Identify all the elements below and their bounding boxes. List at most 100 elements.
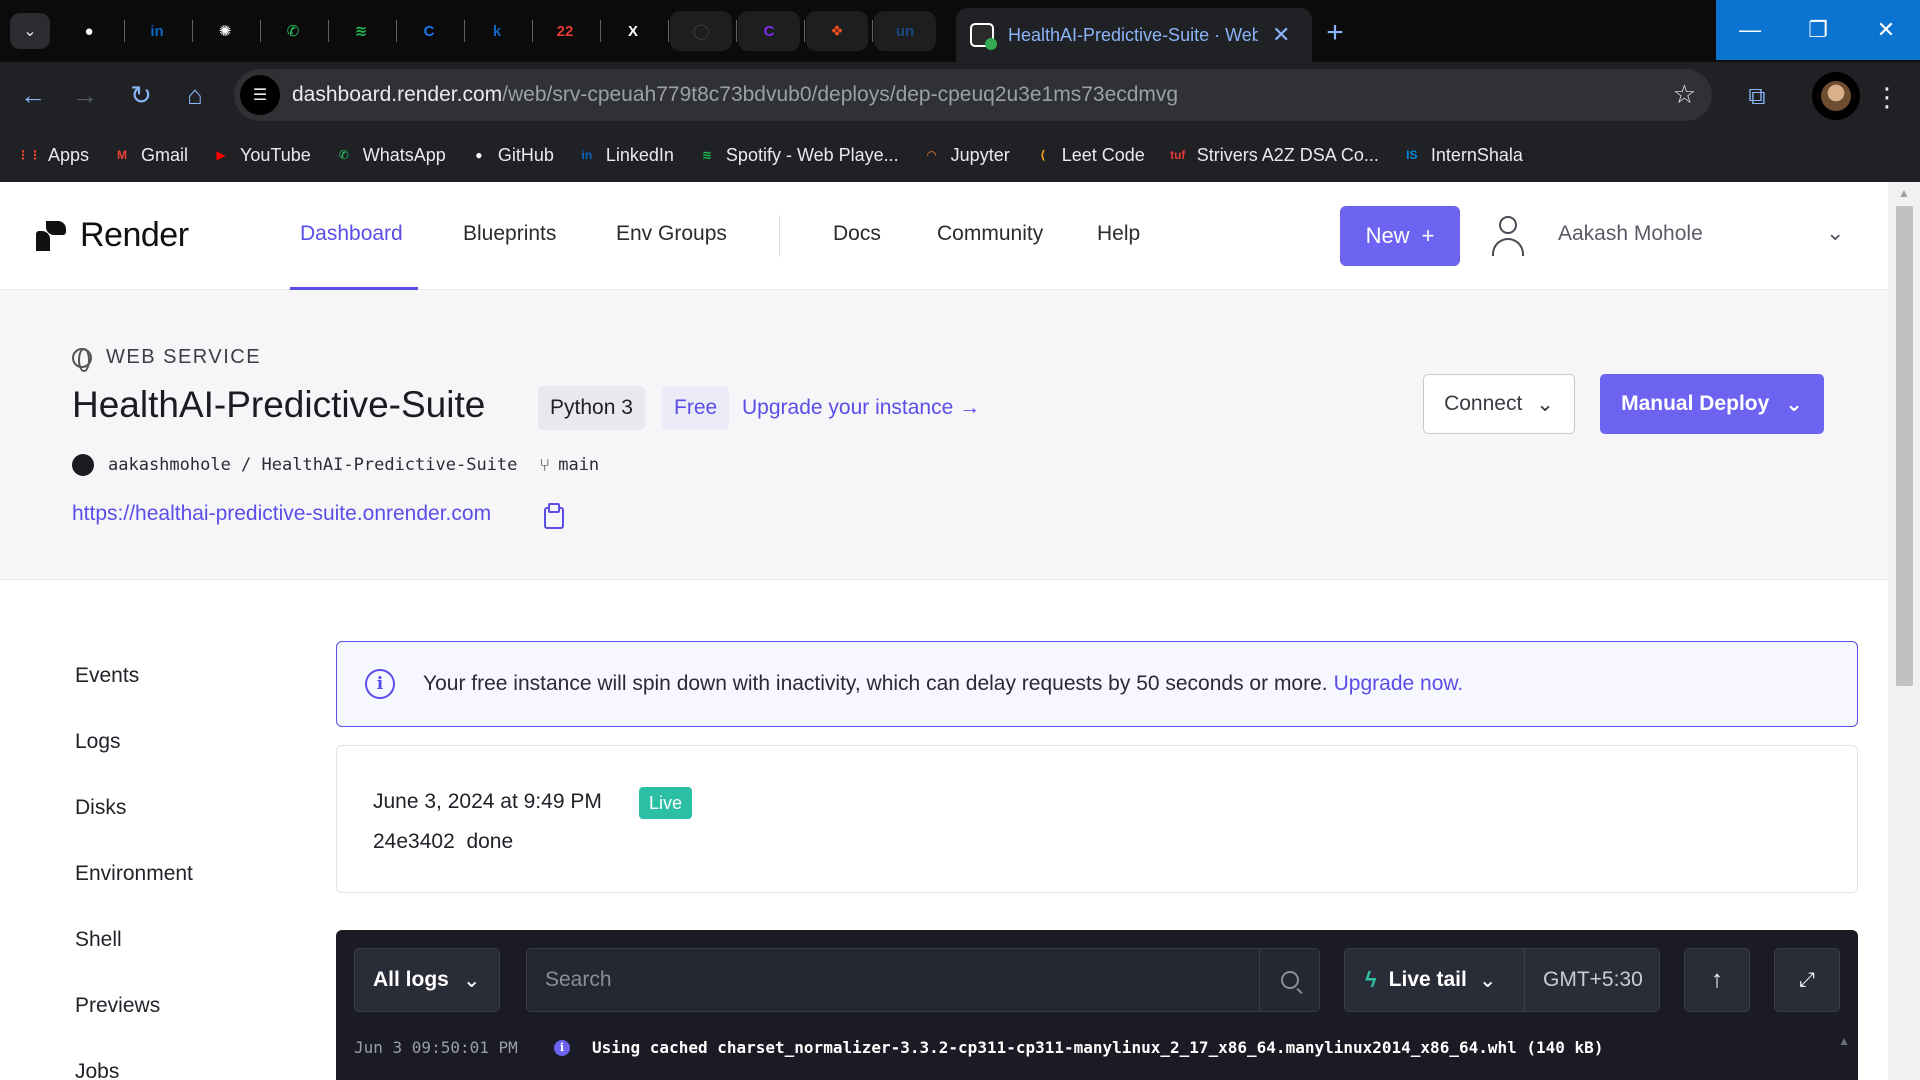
scroll-up-arrow-icon[interactable]: ▲ bbox=[1898, 186, 1910, 200]
extensions-icon[interactable]: ⧉ bbox=[1738, 78, 1776, 116]
log-filter-dropdown[interactable]: All logs ⌄ bbox=[354, 948, 500, 1012]
repo-link[interactable]: aakashmohole / HealthAI-Predictive-Suite bbox=[108, 455, 517, 475]
bookmark-jupyter[interactable]: ◠ Jupyter bbox=[921, 144, 1010, 166]
new-tab-button[interactable]: + bbox=[1316, 14, 1354, 52]
forward-icon[interactable]: → bbox=[66, 76, 104, 114]
lightning-icon: ϟ bbox=[1365, 967, 1377, 992]
calendar-tab[interactable]: 22 bbox=[534, 11, 596, 51]
bookmark-leet-code[interactable]: ⟨ Leet Code bbox=[1032, 144, 1145, 166]
info-level-icon: i bbox=[554, 1039, 570, 1056]
search-button[interactable] bbox=[1259, 949, 1319, 1011]
log-scroll-up-icon[interactable]: ▲ bbox=[1838, 1034, 1850, 1048]
linkedin-icon: in bbox=[150, 22, 164, 40]
sidebar-item-environment[interactable]: Environment bbox=[75, 862, 193, 886]
bookmark-label: YouTube bbox=[240, 144, 311, 165]
connect-button[interactable]: Connect ⌄ bbox=[1423, 374, 1575, 434]
new-button[interactable]: New + bbox=[1340, 206, 1460, 266]
figma-tab[interactable]: ❖ bbox=[806, 11, 868, 51]
x-tab[interactable]: X bbox=[602, 11, 664, 51]
chevron-down-icon[interactable]: ⌄ bbox=[1826, 220, 1844, 246]
nav-docs[interactable]: Docs bbox=[833, 222, 881, 246]
github-icon bbox=[72, 454, 94, 476]
close-window-button[interactable]: ✕ bbox=[1852, 0, 1920, 60]
page-scrollbar[interactable]: ▲ bbox=[1888, 182, 1920, 1080]
url-host: dashboard.render.com bbox=[292, 83, 503, 106]
chevron-down-icon: ⌄ bbox=[462, 968, 481, 992]
chevron-down-icon: ⌄ bbox=[1478, 968, 1497, 992]
deploy-card[interactable]: June 3, 2024 at 9:49 PM Live 24e3402 don… bbox=[336, 745, 1858, 893]
unstop-icon: un bbox=[895, 22, 915, 40]
avatar bbox=[1821, 81, 1851, 111]
bookmark-whatsapp[interactable]: ✆ WhatsApp bbox=[333, 144, 446, 166]
tab-separator bbox=[124, 20, 125, 42]
sidebar-item-jobs[interactable]: Jobs bbox=[75, 1060, 119, 1080]
bookmark-star-icon[interactable]: ☆ bbox=[1673, 79, 1696, 110]
spotify-tab[interactable]: ≋ bbox=[330, 11, 392, 51]
k-tab[interactable]: k bbox=[466, 11, 528, 51]
user-name[interactable]: Aakash Mohole bbox=[1558, 222, 1703, 246]
canva-tab[interactable]: C bbox=[738, 11, 800, 51]
bookmark-label: Strivers A2Z DSA Co... bbox=[1196, 144, 1379, 165]
app-header: Render Dashboard Blueprints Env Groups D… bbox=[0, 182, 1888, 290]
scrollbar-thumb[interactable] bbox=[1896, 206, 1913, 686]
address-url[interactable]: dashboard.render.com/web/srv-cpeuah779t8… bbox=[292, 83, 1178, 107]
unstop-tab[interactable]: un bbox=[874, 11, 936, 51]
tab-separator bbox=[532, 20, 533, 42]
sidebar-item-events[interactable]: Events bbox=[75, 664, 139, 688]
tab-search-button[interactable]: ⌄ bbox=[10, 13, 50, 49]
bookmark-spotify-web-playe[interactable]: ≋ Spotify - Web Playe... bbox=[696, 144, 899, 166]
c-tab[interactable]: C bbox=[398, 11, 460, 51]
copy-icon[interactable] bbox=[542, 503, 564, 529]
close-tab-icon[interactable]: ✕ bbox=[1272, 22, 1290, 48]
bookmark-youtube[interactable]: ▶ YouTube bbox=[210, 144, 311, 166]
plus-icon: + bbox=[1421, 223, 1435, 248]
home-icon[interactable]: ⌂ bbox=[176, 76, 214, 114]
log-search[interactable]: Search bbox=[526, 948, 1320, 1012]
nav-help[interactable]: Help bbox=[1097, 222, 1140, 246]
connect-label: Connect bbox=[1444, 392, 1523, 415]
bookmark-gmail[interactable]: M Gmail bbox=[111, 144, 188, 166]
nav-blueprints[interactable]: Blueprints bbox=[463, 222, 556, 246]
search-input[interactable]: Search bbox=[545, 968, 1259, 992]
linkedin-tab[interactable]: in bbox=[126, 11, 188, 51]
service-header: WEB SERVICE HealthAI-Predictive-Suite Py… bbox=[0, 290, 1888, 580]
circle-tab[interactable]: ◯ bbox=[670, 11, 732, 51]
browser-menu-icon[interactable]: ⋮ bbox=[1872, 78, 1902, 116]
bookmark-internshala[interactable]: IS InternShala bbox=[1401, 144, 1523, 166]
site-info-icon[interactable]: ☰ bbox=[240, 75, 280, 115]
scroll-top-button[interactable]: ↑ bbox=[1684, 948, 1750, 1012]
github-tab[interactable]: ● bbox=[58, 11, 120, 51]
bookmark-linkedin[interactable]: in LinkedIn bbox=[576, 144, 674, 166]
bookmark-apps[interactable]: ⋮⋮ Apps bbox=[17, 144, 89, 166]
nav-env-groups[interactable]: Env Groups bbox=[616, 222, 727, 246]
bookmark-strivers-a2z-dsa-co[interactable]: tuf Strivers A2Z DSA Co... bbox=[1167, 144, 1379, 166]
timezone-selector[interactable]: GMT+5:30 bbox=[1543, 968, 1643, 992]
commit-hash[interactable]: 24e3402 bbox=[373, 830, 455, 853]
nav-dashboard[interactable]: Dashboard bbox=[300, 222, 403, 246]
active-tab[interactable]: HealthAI-Predictive-Suite · Web Service … bbox=[956, 8, 1312, 62]
upgrade-now-link[interactable]: Upgrade now. bbox=[1334, 672, 1464, 696]
back-icon[interactable]: ← bbox=[14, 76, 52, 114]
restore-button[interactable]: ❐ bbox=[1784, 0, 1852, 60]
service-url-link[interactable]: https://healthai-predictive-suite.onrend… bbox=[72, 502, 491, 526]
reload-icon[interactable]: ↻ bbox=[122, 76, 160, 114]
expand-icon: ⤢ bbox=[1799, 968, 1815, 991]
sidebar-item-shell[interactable]: Shell bbox=[75, 928, 122, 952]
sidebar-item-logs[interactable]: Logs bbox=[75, 730, 121, 754]
upgrade-instance-link[interactable]: Upgrade your instance → bbox=[742, 396, 980, 420]
sidebar-item-disks[interactable]: Disks bbox=[75, 796, 126, 820]
user-icon[interactable] bbox=[1488, 216, 1528, 258]
manual-deploy-button[interactable]: Manual Deploy ⌄ bbox=[1600, 374, 1824, 434]
fullscreen-button[interactable]: ⤢ bbox=[1774, 948, 1840, 1012]
render-logo[interactable]: Render bbox=[36, 216, 189, 255]
tab-separator bbox=[600, 20, 601, 42]
whatsapp-tab[interactable]: ✆ bbox=[262, 11, 324, 51]
minimize-button[interactable]: — bbox=[1716, 0, 1784, 60]
chatgpt-tab[interactable]: ✺ bbox=[194, 11, 256, 51]
address-bar[interactable]: ☰ dashboard.render.com/web/srv-cpeuah779… bbox=[234, 69, 1712, 121]
bookmark-github[interactable]: ● GitHub bbox=[468, 144, 554, 166]
sidebar-item-previews[interactable]: Previews bbox=[75, 994, 160, 1018]
profile-avatar[interactable] bbox=[1812, 72, 1860, 120]
nav-community[interactable]: Community bbox=[937, 222, 1043, 246]
live-tail-dropdown[interactable]: ϟ Live tail ⌄ bbox=[1345, 949, 1525, 1011]
